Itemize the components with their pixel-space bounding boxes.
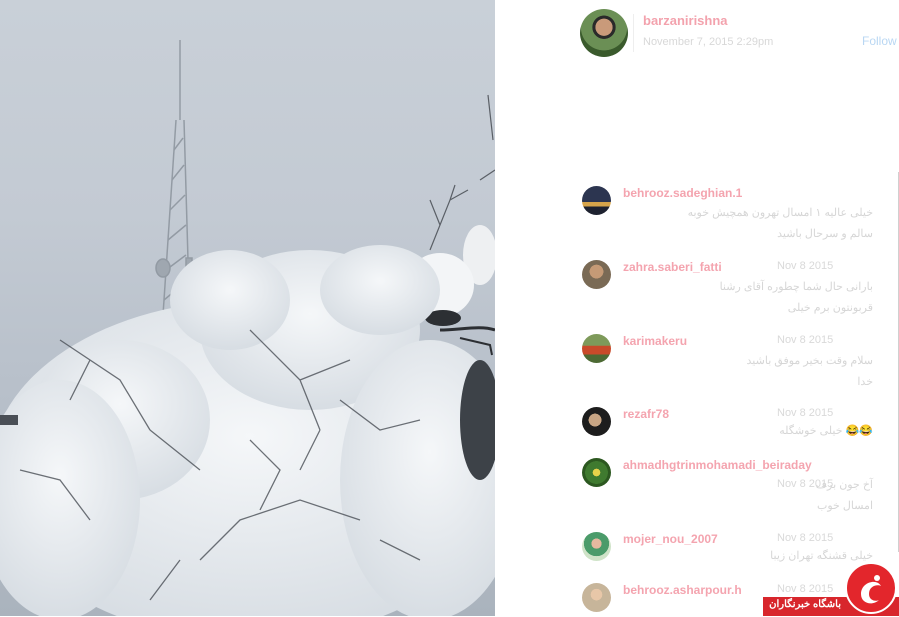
comment-text: خیلی عالیه ۱ امسال تهرون همچیش خوبه سالم… xyxy=(623,203,873,245)
post-panel: barzanirishna November 7, 2015 2:29pm Fo… xyxy=(495,0,899,616)
comment-text: بارانی حال شما چطوره آقای رشنا قربونتون … xyxy=(623,277,873,319)
logo-text: باشگاه خبرنگاران xyxy=(769,599,841,610)
comment-line: سلام وقت بخیر موفق باشید xyxy=(746,355,873,367)
comment-text: خیلی خوشگله 😂😂 xyxy=(623,421,873,442)
commenter-username[interactable]: rezafr78 xyxy=(623,407,669,421)
comment-line: بارانی حال شما چطوره آقای رشنا xyxy=(719,281,873,293)
post-date: November 7, 2015 2:29pm xyxy=(643,36,774,48)
comment-text: خیلی قشنگه تهران زیبا xyxy=(623,546,873,567)
commenter-avatar[interactable] xyxy=(582,334,611,363)
commenter-username[interactable]: behrooz.asharpour.h xyxy=(623,583,742,597)
comment-time: Nov 8 2015 xyxy=(777,407,834,419)
commenter-avatar[interactable] xyxy=(582,186,611,215)
commenter-avatar[interactable] xyxy=(582,407,611,436)
commenter-username[interactable]: mojer_nou_2007 xyxy=(623,532,718,546)
commenter-username[interactable]: ahmadhgtrinmohamadi_beiraday xyxy=(623,458,812,472)
comment-line: خیلی عالیه ۱ امسال تهرون همچیش خوبه xyxy=(687,207,873,219)
comment-line: امسال خوب xyxy=(817,500,873,512)
header-divider xyxy=(633,14,634,52)
comment-line: قربونتون برم خیلی xyxy=(787,302,873,314)
commenter-username[interactable]: behrooz.sadeghian.1 xyxy=(623,186,742,200)
comment-line: خدا xyxy=(857,376,873,388)
author-avatar[interactable] xyxy=(580,9,628,57)
commenter-username[interactable]: zahra.saberi_fatti xyxy=(623,260,722,274)
comments-list: behrooz.sadeghian.1 خیلی عالیه ۱ امسال ت… xyxy=(495,172,899,616)
comment-text: سلام وقت بخیر موفق باشید خدا xyxy=(623,351,873,393)
comment-line: آخ جون برف xyxy=(815,479,873,491)
comment-time: Nov 8 2015 xyxy=(777,583,834,595)
commenter-avatar[interactable] xyxy=(582,260,611,289)
comment-line: خیلی خوشگله 😂😂 xyxy=(779,425,873,437)
commenter-username[interactable]: karimakeru xyxy=(623,334,687,348)
comment-time: Nov 8 2015 xyxy=(777,532,834,544)
commenter-avatar[interactable] xyxy=(582,583,611,612)
post-photo xyxy=(0,0,495,616)
comment-time: Nov 8 2015 xyxy=(777,260,834,272)
commenter-avatar[interactable] xyxy=(582,458,611,487)
author-username[interactable]: barzanirishna xyxy=(643,13,728,28)
snowy-tree xyxy=(0,245,495,616)
comment-line: خیلی قشنگه تهران زیبا xyxy=(770,550,873,562)
comment-text: آخ جون برف امسال خوب xyxy=(623,475,873,517)
follow-button[interactable]: Follow xyxy=(862,34,897,48)
comment-line: سالم و سرحال باشید xyxy=(777,228,873,240)
logo-icon xyxy=(845,562,897,614)
comment-time: Nov 8 2015 xyxy=(777,334,834,346)
commenter-avatar[interactable] xyxy=(582,532,611,561)
